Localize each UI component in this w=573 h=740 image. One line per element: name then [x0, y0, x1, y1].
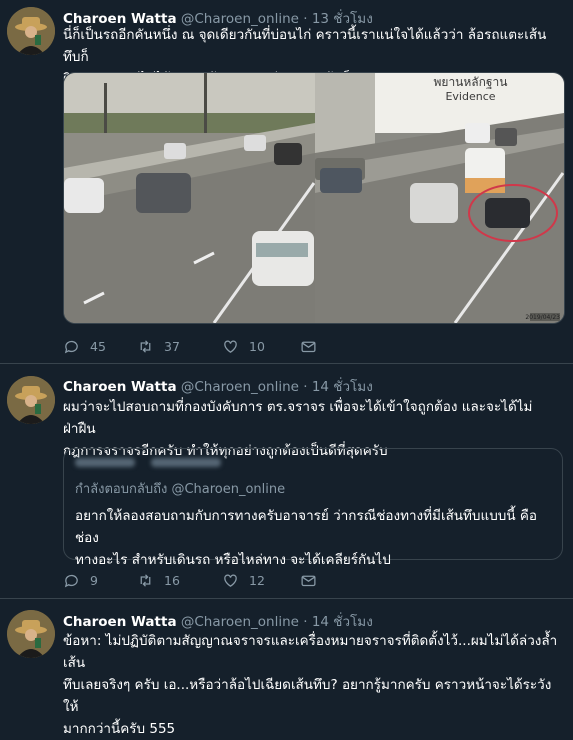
avatar-image: [7, 610, 55, 658]
reply-button[interactable]: 45: [63, 338, 137, 355]
heart-icon: [224, 340, 237, 353]
author-name[interactable]: Charoen Watta: [63, 379, 177, 395]
reply-icon: [64, 574, 78, 588]
tweet-text-line: มากกว่านี้ครับ 555: [63, 721, 176, 737]
tweet-text-line: ทึบเลยจริงๆ ครับ เอ...หรือว่าล้อไปเฉียดเ…: [63, 677, 552, 715]
reply-icon: [64, 340, 78, 354]
tweet-header: Charoen Watta @Charoen_online · 14 ชั่วโ…: [63, 375, 373, 397]
direct-message-button[interactable]: [300, 572, 317, 589]
tweet-header: Charoen Watta @Charoen_online · 14 ชั่วโ…: [63, 610, 373, 632]
author-handle[interactable]: @Charoen_online: [181, 614, 299, 630]
replying-to-handle[interactable]: @Charoen_online: [171, 482, 285, 497]
avatar[interactable]: [7, 610, 55, 658]
tweet-3[interactable]: Charoen Watta @Charoen_online · 14 ชั่วโ…: [0, 599, 573, 737]
reply-count: 9: [90, 573, 98, 588]
quoted-text: อยากให้ลองสอบถามกับการทางครับอาจารย์ ว่า…: [75, 505, 553, 571]
tweet-media[interactable]: พยานหลักฐาน Evidence 2019/04/23: [63, 72, 565, 324]
traffic-photo-left[interactable]: [64, 73, 315, 323]
timestamp[interactable]: 14 ชั่วโมง: [312, 379, 373, 395]
reply-count: 45: [90, 339, 106, 354]
avatar-image: [7, 376, 55, 424]
heart-icon: [224, 574, 237, 587]
retweet-button[interactable]: 16: [137, 572, 222, 589]
tweet-text-line: ผมว่าจะไปสอบถามที่กองบังคับการ ตร.จราจร …: [63, 399, 533, 437]
traffic-photo-right-image: [315, 73, 564, 323]
like-count: 10: [249, 339, 265, 354]
separator: ·: [303, 379, 308, 395]
replying-to-label: กำลังตอบกลับถึง: [75, 482, 168, 497]
direct-message-button[interactable]: [300, 338, 317, 355]
like-button[interactable]: 10: [222, 338, 300, 355]
tweet-actions: 9 16 12: [63, 572, 317, 589]
image-stamp: 2019/04/23: [525, 314, 560, 321]
like-count: 12: [249, 573, 265, 588]
avatar-image: [7, 7, 55, 55]
traffic-photo-left-image: [64, 73, 315, 323]
quoted-text-line: ทางอะไร สำหรับเดินรถ หรือไหล่ทาง จะได้เค…: [75, 552, 391, 568]
envelope-icon: [301, 341, 316, 353]
evidence-subtitle: Evidence: [445, 90, 496, 103]
quoted-author-redacted: [75, 458, 221, 467]
author-handle[interactable]: @Charoen_online: [181, 379, 299, 395]
tweet-1[interactable]: Charoen Watta @Charoen_online · 13 ชั่วโ…: [0, 0, 573, 364]
redacted-handle: [151, 458, 221, 467]
like-button[interactable]: 12: [222, 572, 300, 589]
avatar[interactable]: [7, 376, 55, 424]
quoted-tweet[interactable]: กำลังตอบกลับถึง @Charoen_online อยากให้ล…: [63, 448, 563, 568]
tweet-text: ข้อหา: ไม่ปฏิบัติตามสัญญาณจราจรและเครื่อ…: [63, 630, 563, 740]
quoted-text-line: อยากให้ลองสอบถามกับการทางครับอาจารย์ ว่า…: [75, 508, 537, 546]
envelope-icon: [301, 575, 316, 587]
timestamp[interactable]: 14 ชั่วโมง: [312, 614, 373, 630]
tweet-text-line: ข้อหา: ไม่ปฏิบัติตามสัญญาณจราจรและเครื่อ…: [63, 633, 558, 671]
evidence-title: พยานหลักฐาน: [433, 75, 508, 89]
retweet-icon: [140, 340, 151, 353]
retweet-button[interactable]: 37: [137, 338, 222, 355]
tweet-actions: 45 37 10: [63, 338, 317, 355]
redacted-name: [75, 458, 135, 467]
retweet-count: 16: [164, 573, 180, 588]
separator: ·: [303, 614, 308, 630]
tweet-2[interactable]: Charoen Watta @Charoen_online · 14 ชั่วโ…: [0, 364, 573, 599]
retweet-icon: [140, 574, 151, 587]
replying-to: กำลังตอบกลับถึง @Charoen_online: [75, 478, 285, 499]
retweet-count: 37: [164, 339, 180, 354]
reply-button[interactable]: 9: [63, 572, 137, 589]
author-name[interactable]: Charoen Watta: [63, 614, 177, 630]
evidence-label: พยานหลักฐาน Evidence: [377, 74, 564, 104]
tweet-text-line: นี่ก็เป็นรถอีกคันหนึ่ง ณ จุดเดียวกันที่บ…: [63, 27, 547, 65]
traffic-photo-right[interactable]: พยานหลักฐาน Evidence 2019/04/23: [315, 73, 564, 323]
avatar[interactable]: [7, 7, 55, 55]
